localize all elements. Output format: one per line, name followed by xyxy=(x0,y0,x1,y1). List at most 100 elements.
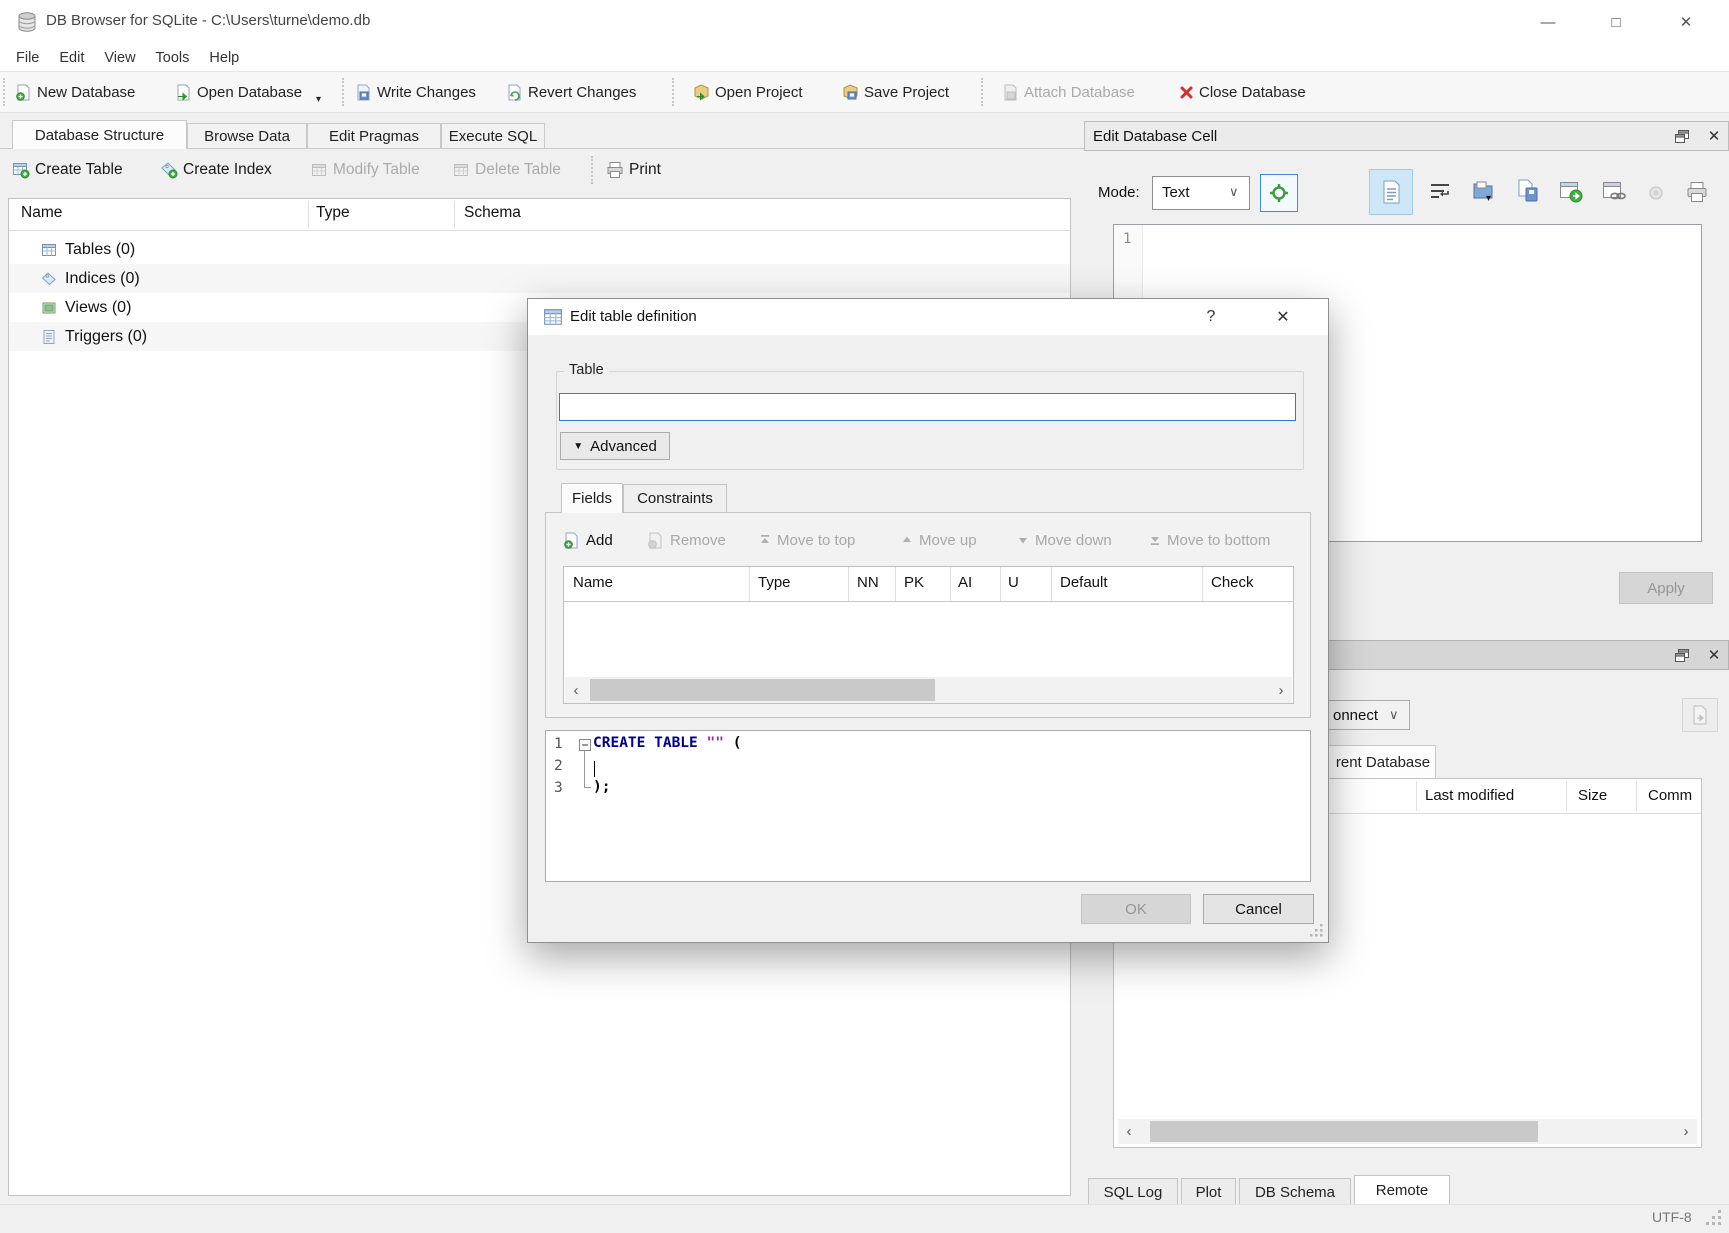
move-to-top-label: Move to top xyxy=(777,532,855,549)
sql-identifier: "" xyxy=(707,735,724,751)
null-icon xyxy=(1647,184,1665,202)
write-changes-icon xyxy=(355,84,372,101)
open-database-label: Open Database xyxy=(197,84,302,101)
column-commit[interactable]: Comm xyxy=(1648,787,1692,804)
sql-preview-editor[interactable]: 1 2 3 CREATE TABLE "" ( ); xyxy=(545,730,1311,882)
text-mode-button[interactable] xyxy=(1369,169,1413,215)
column-last-modified[interactable]: Last modified xyxy=(1425,787,1514,804)
float-panel-icon[interactable] xyxy=(1672,127,1692,145)
close-button[interactable]: ✕ xyxy=(1662,4,1710,40)
import-dropdown-arrow[interactable]: ▾ xyxy=(1486,193,1491,204)
new-database-button[interactable]: New Database xyxy=(11,78,139,106)
menu-edit[interactable]: Edit xyxy=(49,47,94,69)
window-resize-grip[interactable] xyxy=(1706,1210,1724,1228)
word-wrap-icon xyxy=(1429,182,1451,202)
save-project-icon xyxy=(842,84,859,101)
remote-list-hscrollbar[interactable]: ‹ › xyxy=(1118,1119,1697,1144)
table-name-input[interactable] xyxy=(559,393,1296,421)
open-project-button[interactable]: Open Project xyxy=(689,78,807,106)
tree-column-schema[interactable]: Schema xyxy=(464,204,521,222)
cancel-button[interactable]: Cancel xyxy=(1203,894,1314,924)
revert-changes-button[interactable]: Revert Changes xyxy=(502,78,640,106)
maximize-button[interactable]: □ xyxy=(1592,4,1640,40)
close-panel-icon[interactable]: ✕ xyxy=(1704,127,1724,145)
scroll-right-arrow[interactable]: › xyxy=(1270,677,1292,703)
scroll-thumb[interactable] xyxy=(1150,1121,1538,1142)
column-size[interactable]: Size xyxy=(1578,787,1607,804)
print-cell-button[interactable] xyxy=(1682,177,1712,207)
print-button[interactable]: Print xyxy=(606,156,661,184)
col-u[interactable]: U xyxy=(1008,574,1019,591)
move-up-button: Move up xyxy=(901,525,977,555)
col-default[interactable]: Default xyxy=(1060,574,1108,591)
menu-view[interactable]: View xyxy=(94,47,145,69)
edit-cell-panel-header: Edit Database Cell xyxy=(1084,121,1729,151)
float-remote-panel-icon[interactable] xyxy=(1672,646,1692,664)
open-in-external-button[interactable] xyxy=(1556,177,1586,207)
add-field-button[interactable]: Add xyxy=(563,525,613,555)
delete-table-icon xyxy=(452,161,470,179)
edit-table-definition-dialog: Edit table definition ? ✕ Table ▼ Advanc… xyxy=(527,298,1329,943)
scroll-right-arrow[interactable]: › xyxy=(1675,1119,1697,1144)
text-document-icon xyxy=(1381,180,1401,204)
menu-help[interactable]: Help xyxy=(199,47,249,69)
export-text-button[interactable] xyxy=(1513,176,1543,206)
col-ai[interactable]: AI xyxy=(958,574,972,591)
edit-cell-panel-title: Edit Database Cell xyxy=(1093,128,1217,145)
tab-execute-sql[interactable]: Execute SQL xyxy=(441,123,545,149)
word-wrap-button[interactable] xyxy=(1427,179,1453,205)
scroll-left-arrow[interactable]: ‹ xyxy=(565,677,587,703)
import-text-button[interactable]: ▾ xyxy=(1468,176,1498,206)
menu-file[interactable]: File xyxy=(6,47,49,69)
fields-table-hscrollbar[interactable]: ‹ › xyxy=(565,677,1292,703)
copy-link-button[interactable] xyxy=(1599,177,1629,207)
save-project-button[interactable]: Save Project xyxy=(838,78,953,106)
tree-column-type[interactable]: Type xyxy=(316,204,350,222)
tab-plot[interactable]: Plot xyxy=(1181,1178,1236,1206)
open-database-dropdown-arrow[interactable]: ▾ xyxy=(316,94,321,105)
tab-constraints[interactable]: Constraints xyxy=(623,484,727,513)
tree-row-tables[interactable]: Tables (0) xyxy=(9,235,1070,264)
open-database-button[interactable]: Open Database xyxy=(171,78,306,106)
scroll-left-arrow[interactable]: ‹ xyxy=(1118,1119,1140,1144)
sql-line-3: ); xyxy=(593,779,610,795)
dialog-resize-grip[interactable] xyxy=(1310,924,1324,938)
tab-db-schema[interactable]: DB Schema xyxy=(1239,1178,1351,1206)
col-name[interactable]: Name xyxy=(573,574,613,591)
col-pk[interactable]: PK xyxy=(904,574,924,591)
menu-tools[interactable]: Tools xyxy=(146,47,200,69)
mode-value: Text xyxy=(1162,184,1190,201)
create-table-button[interactable]: Create Table xyxy=(12,156,123,184)
tree-column-name[interactable]: Name xyxy=(21,204,62,222)
close-database-button[interactable]: Close Database xyxy=(1175,78,1310,106)
col-check[interactable]: Check xyxy=(1211,574,1254,591)
triggers-icon xyxy=(41,329,57,345)
auto-switch-mode-button[interactable] xyxy=(1260,174,1298,212)
close-remote-panel-icon[interactable]: ✕ xyxy=(1704,646,1724,664)
minimize-button[interactable]: — xyxy=(1524,4,1572,40)
col-nn[interactable]: NN xyxy=(857,574,879,591)
create-table-icon xyxy=(12,161,30,179)
tab-edit-pragmas[interactable]: Edit Pragmas xyxy=(307,123,441,149)
fold-collapse-icon[interactable] xyxy=(579,739,591,751)
dialog-close-button[interactable]: ✕ xyxy=(1270,305,1296,329)
tab-fields[interactable]: Fields xyxy=(561,483,623,513)
fields-table: Name Type NN PK AI U Default Check ‹ › xyxy=(563,566,1294,704)
create-index-button[interactable]: Create Index xyxy=(160,156,272,184)
col-type[interactable]: Type xyxy=(758,574,791,591)
sql-line-number: 3 xyxy=(554,780,576,796)
tab-browse-data[interactable]: Browse Data xyxy=(187,123,307,149)
advanced-button[interactable]: ▼ Advanced xyxy=(560,432,670,460)
text-caret xyxy=(594,761,595,777)
encoding-indicator[interactable]: UTF-8 xyxy=(1652,1209,1692,1225)
tree-row-indices[interactable]: Indices (0) xyxy=(9,264,1070,293)
dialog-help-button[interactable]: ? xyxy=(1198,305,1224,329)
tab-remote[interactable]: Remote xyxy=(1354,1175,1450,1206)
remove-field-icon xyxy=(647,532,664,549)
attach-database-icon xyxy=(1002,84,1019,101)
tab-sql-log[interactable]: SQL Log xyxy=(1088,1178,1178,1206)
write-changes-button[interactable]: Write Changes xyxy=(351,78,480,106)
tab-database-structure[interactable]: Database Structure xyxy=(12,120,187,149)
mode-combobox[interactable]: Text ∨ xyxy=(1152,176,1250,210)
scroll-thumb[interactable] xyxy=(590,679,935,701)
